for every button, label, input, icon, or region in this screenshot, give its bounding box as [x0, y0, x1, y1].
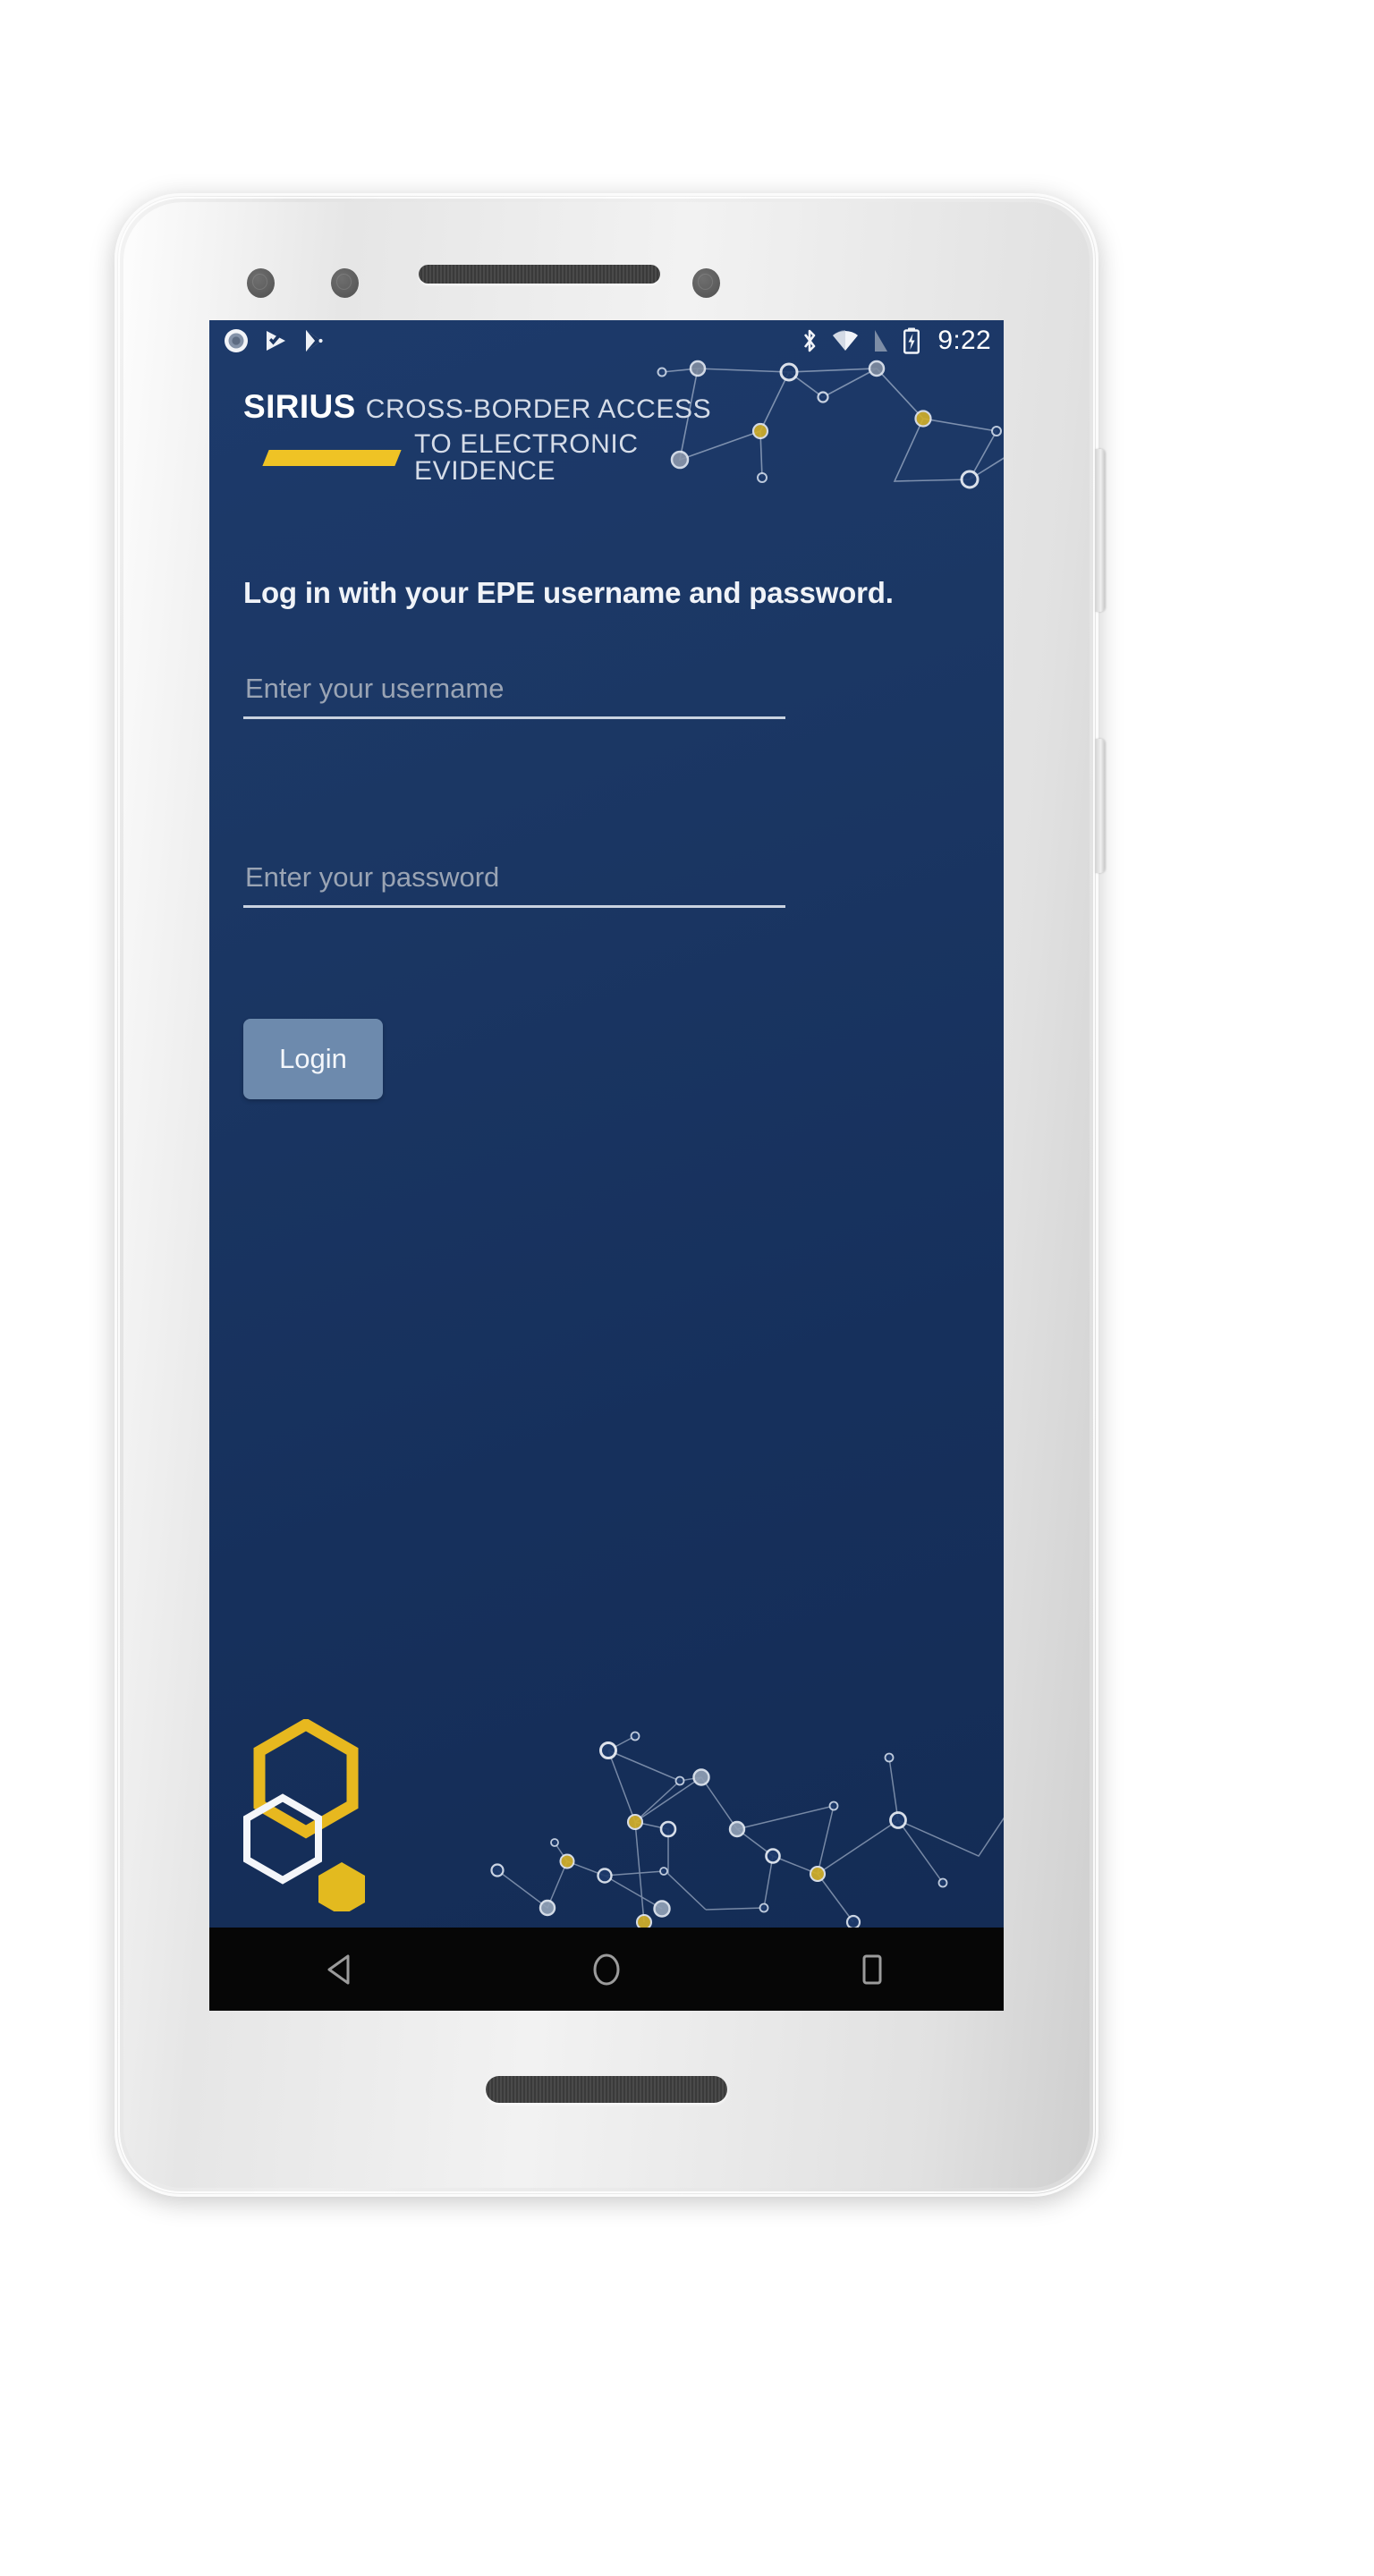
phone-screen: 9:22 SIRIUS CROSS-BORDER ACCESS TO ELECT…: [209, 320, 1004, 2011]
hexagon-large-outline-icon: [253, 1719, 359, 1839]
status-bar: 9:22: [209, 320, 1004, 361]
hexagon-small-outline-icon: [243, 1793, 322, 1885]
status-bar-right-icons: 9:22: [800, 326, 991, 356]
cell-signal-icon: [875, 330, 888, 352]
power-button[interactable]: [1095, 449, 1105, 612]
ambient-light-sensor-icon: [331, 268, 359, 298]
network-graphic-bottom-icon: [490, 1731, 1004, 1928]
square-icon: [862, 1954, 882, 1984]
logo-line-1: SIRIUS CROSS-BORDER ACCESS: [243, 390, 780, 423]
front-camera-icon: [692, 268, 720, 298]
sirius-login-app: 9:22 SIRIUS CROSS-BORDER ACCESS TO ELECT…: [209, 320, 1004, 1928]
logo-tagline-line2: TO ELECTRONIC EVIDENCE: [414, 429, 639, 486]
logo-accent-bar-icon: [262, 450, 402, 466]
login-heading: Log in with your EPE username and passwo…: [243, 576, 894, 609]
proximity-sensor-icon: [247, 268, 275, 298]
login-button[interactable]: Login: [243, 1019, 383, 1099]
hexagon-filled-icon: [318, 1862, 365, 1911]
bluetooth-icon: [804, 329, 816, 352]
nav-recents-button[interactable]: [818, 1928, 925, 2011]
phone-device: 9:22 SIRIUS CROSS-BORDER ACCESS TO ELECT…: [114, 193, 1260, 2197]
volume-button[interactable]: [1095, 739, 1105, 873]
status-bar-left-icons: [224, 328, 327, 353]
username-input[interactable]: [243, 665, 785, 719]
circle-icon: [593, 1953, 620, 1985]
play-store-icon: [306, 330, 323, 352]
logo-brand-text: SIRIUS: [243, 388, 356, 425]
record-circle-icon: [225, 329, 248, 352]
play-protect-check-icon: [267, 331, 285, 351]
wifi-icon: [833, 330, 859, 351]
username-field-group: [243, 665, 785, 719]
nav-home-button[interactable]: [553, 1928, 660, 2011]
sirius-logo: SIRIUS CROSS-BORDER ACCESS TO ELECTRONIC…: [243, 390, 780, 485]
password-field-group: [243, 854, 785, 908]
earpiece-speaker: [419, 265, 660, 284]
triangle-left-icon: [327, 1954, 350, 1984]
battery-charging-icon: [903, 327, 920, 354]
bottom-speaker: [486, 2076, 727, 2103]
status-bar-clock: 9:22: [937, 326, 991, 355]
nav-back-button[interactable]: [288, 1928, 395, 2011]
android-nav-bar: [209, 1928, 1004, 2011]
hexagon-decoration: [243, 1719, 365, 1911]
password-input[interactable]: [243, 854, 785, 908]
logo-line-2: TO ELECTRONIC EVIDENCE: [243, 431, 780, 485]
logo-tagline-line1: CROSS-BORDER ACCESS: [365, 394, 712, 424]
